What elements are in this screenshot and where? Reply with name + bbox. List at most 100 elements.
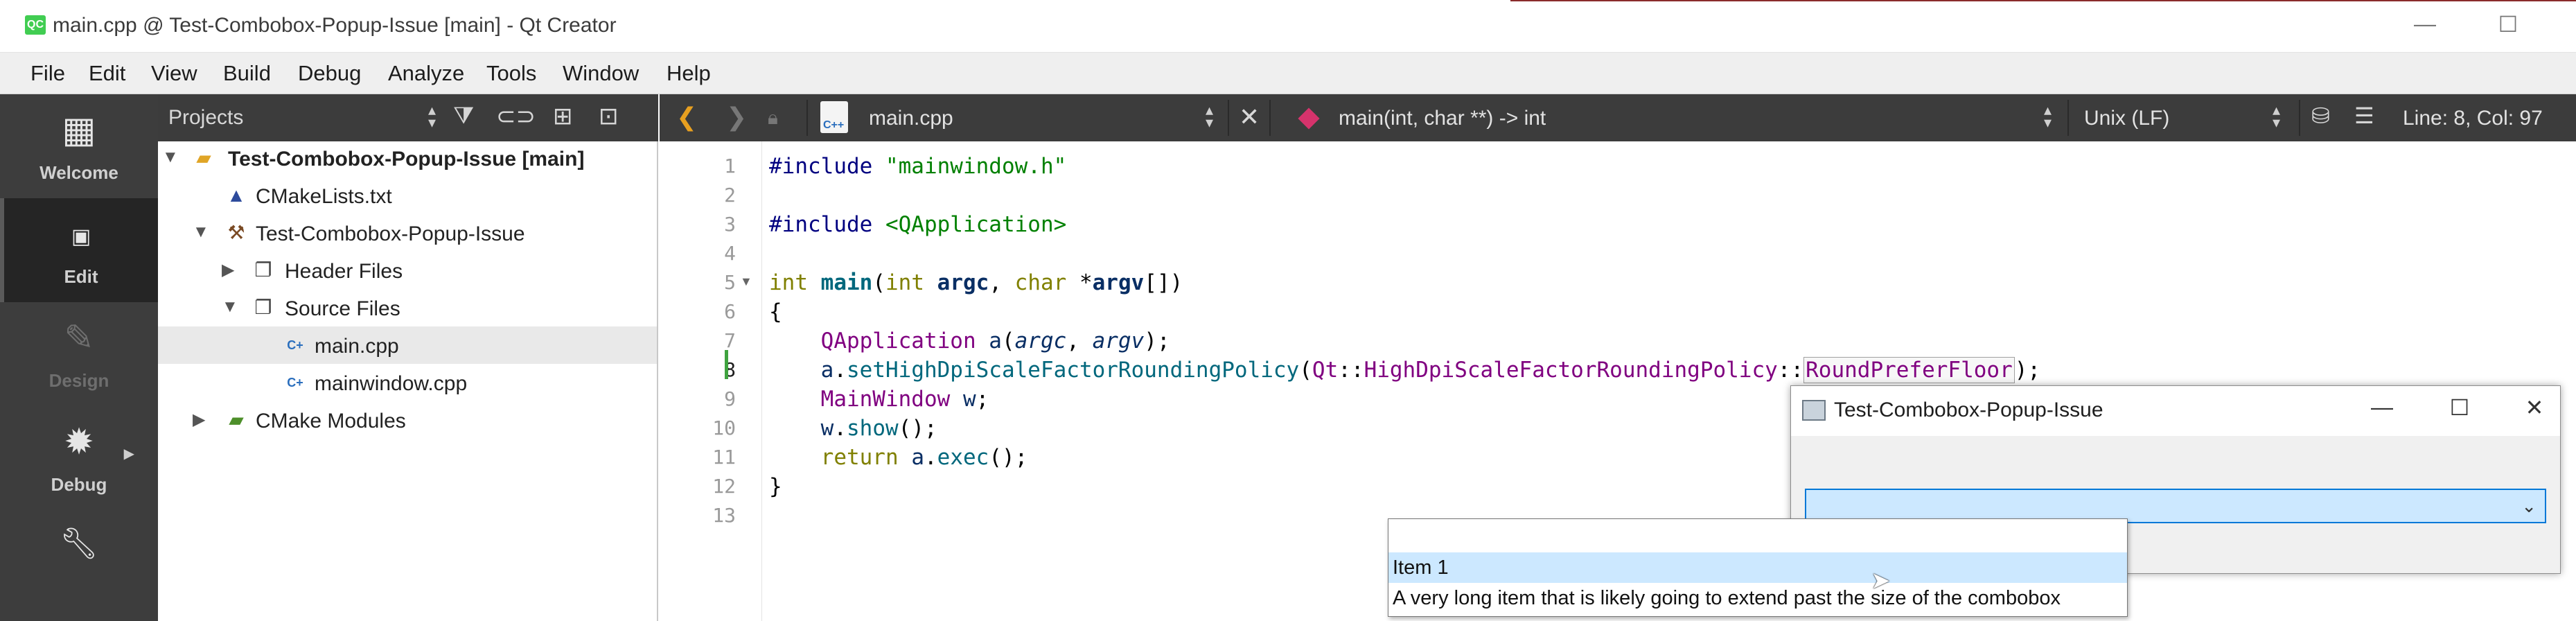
menu-debug[interactable]: Debug	[298, 61, 361, 86]
cmake-modules-folder-icon: ▰	[229, 409, 244, 430]
minimize-button[interactable]: —	[2404, 11, 2446, 37]
cursor-position[interactable]: Line: 8, Col: 97	[2403, 107, 2543, 130]
line-ending-selector[interactable]: Unix (LF)	[2084, 107, 2169, 130]
punctuation: *	[1066, 270, 1093, 295]
back-arrow-icon[interactable]: ❮	[676, 103, 697, 132]
modified-line-marker	[725, 350, 728, 379]
parameter: argc	[937, 270, 989, 295]
toolbar-separator	[2067, 100, 2069, 136]
tree-item-label: CMakeLists.txt	[256, 185, 392, 208]
title-accent-line	[1510, 0, 2576, 1]
punctuation: );	[2014, 358, 2041, 383]
popup-item-long[interactable]: A very long item that is likely going to…	[1388, 583, 2127, 613]
chevron-down-icon[interactable]: ⌄	[2521, 496, 2537, 517]
split-icon[interactable]: ⊞	[553, 103, 573, 130]
punctuation: .	[833, 358, 847, 383]
code-line-1: #include "mainwindow.h"	[769, 152, 1066, 181]
open-documents-selector[interactable]: main.cpp	[869, 107, 953, 130]
menu-edit[interactable]: Edit	[89, 61, 125, 86]
line-number: 3	[724, 213, 736, 236]
symbol-updown-icon[interactable]: ▴ ▾	[2044, 103, 2052, 130]
line-ending-updown-icon[interactable]: ▴ ▾	[2273, 103, 2280, 130]
code-line-10: w.show();	[769, 414, 937, 443]
grid-icon: ▦	[62, 110, 96, 150]
tree-item-cmake-modules[interactable]: ▶ ▰ CMake Modules	[158, 401, 657, 439]
line-number: 12	[712, 475, 736, 498]
line-number: 11	[712, 446, 736, 469]
popup-item-empty[interactable]	[1388, 521, 2127, 551]
tree-item-source-files[interactable]: ▼ ❐ Source Files	[158, 289, 657, 326]
tree-item-main-cpp[interactable]: C+ main.cpp	[158, 326, 657, 364]
punctuation: ();	[989, 445, 1028, 470]
code-line-6: {	[769, 299, 782, 324]
fold-marker-icon[interactable]: ▼	[740, 274, 752, 289]
punctuation: ::	[1777, 358, 1804, 383]
tree-item-mainwindow-cpp[interactable]: C+ mainwindow.cpp	[158, 364, 657, 401]
line-number: 9	[724, 387, 736, 410]
tree-item-label: Header Files	[285, 260, 403, 283]
maximize-button[interactable]: ☐	[2487, 11, 2529, 37]
line-number: 13	[712, 504, 736, 527]
app-maximize-button[interactable]: ☐	[2435, 394, 2484, 421]
collapse-arrow-icon[interactable]: ▼	[193, 222, 209, 242]
mode-design[interactable]: ✎ Design	[0, 302, 158, 406]
mode-projects[interactable]: 🔧︎	[0, 510, 158, 614]
variable: w	[962, 387, 976, 412]
menu-tools[interactable]: Tools	[486, 61, 536, 86]
menu-build[interactable]: Build	[223, 61, 271, 86]
code-line-7: QApplication a(argc, argv);	[769, 326, 1170, 356]
mode-welcome[interactable]: ▦ Welcome	[0, 94, 158, 198]
symbol-selector[interactable]: main(int, char **) -> int	[1339, 107, 1546, 130]
punctuation: ,	[989, 270, 1015, 295]
line-number: 7	[724, 329, 736, 352]
menu-view[interactable]: View	[151, 61, 197, 86]
close-document-icon[interactable]: ✕	[1239, 103, 1260, 132]
collapse-arrow-icon[interactable]: ▼	[162, 148, 179, 167]
tree-item-cmakelists[interactable]: ▲ CMakeLists.txt	[158, 177, 657, 214]
app-window-icon	[1802, 400, 1826, 421]
forward-arrow-icon[interactable]: ❯	[726, 103, 747, 132]
namespace: Qt	[1312, 358, 1339, 383]
function-call: exec	[937, 445, 989, 470]
line-number: 4	[724, 242, 736, 265]
preprocessor-directive: #include	[769, 212, 873, 237]
mode-design-label: Design	[48, 370, 109, 391]
enum-type: HighDpiScaleFactorRoundingPolicy	[1364, 358, 1778, 383]
menu-help[interactable]: Help	[667, 61, 711, 86]
projects-view-selector[interactable]: Projects	[168, 106, 243, 130]
window-title: main.cpp @ Test-Combobox-Popup-Issue [ma…	[53, 14, 617, 37]
documents-updown-icon[interactable]: ▴ ▾	[1206, 103, 1213, 130]
code-line-3: #include <QApplication>	[769, 210, 1066, 239]
code-model-icon[interactable]: ⛁	[2311, 103, 2330, 129]
debug-submenu-arrow-icon[interactable]: ▶	[124, 445, 134, 462]
punctuation: [])	[1144, 270, 1183, 295]
lock-icon[interactable]: 🔒︎	[768, 107, 778, 130]
menu-file[interactable]: File	[30, 61, 65, 86]
close-sidebar-icon[interactable]: ⊡	[599, 103, 619, 130]
menu-analyze[interactable]: Analyze	[388, 61, 464, 86]
outline-icon[interactable]: ☰	[2354, 103, 2374, 129]
app-minimize-button[interactable]: —	[2358, 394, 2406, 420]
view-selector-updown-icon[interactable]: ▴ ▾	[428, 103, 436, 130]
expand-arrow-icon[interactable]: ▶	[222, 260, 234, 280]
filter-icon[interactable]: ⧩	[453, 103, 474, 130]
app-close-button[interactable]: ✕	[2510, 394, 2559, 421]
tree-item-project-root[interactable]: ▼ ▰ Test-Combobox-Popup-Issue [main]	[158, 139, 657, 177]
wrench-icon: 🔧︎	[60, 527, 98, 561]
punctuation: ,	[1066, 329, 1093, 353]
expand-arrow-icon[interactable]: ▶	[193, 410, 205, 430]
popup-item-1[interactable]: Item 1	[1388, 552, 2127, 583]
punctuation: );	[1144, 329, 1170, 353]
toolbar-separator	[806, 100, 808, 136]
mode-debug[interactable]: ✹ ▶ Debug	[0, 406, 158, 510]
mode-edit[interactable]: ▣ Edit	[0, 198, 158, 302]
combobox-popup-list[interactable]: Item 1 A very long item that is likely g…	[1388, 518, 2128, 617]
tree-item-header-files[interactable]: ▶ ❐ Header Files	[158, 252, 657, 289]
tree-item-target[interactable]: ▼ ⚒ Test-Combobox-Popup-Issue	[158, 214, 657, 252]
punctuation: .	[833, 416, 847, 441]
menu-window[interactable]: Window	[563, 61, 639, 86]
parameter: argv	[1092, 270, 1145, 295]
collapse-arrow-icon[interactable]: ▼	[222, 297, 238, 317]
link-with-editor-icon[interactable]: ⊂⊃	[496, 103, 536, 130]
test-app-titlebar[interactable]: Test-Combobox-Popup-Issue — ☐ ✕	[1791, 386, 2560, 436]
